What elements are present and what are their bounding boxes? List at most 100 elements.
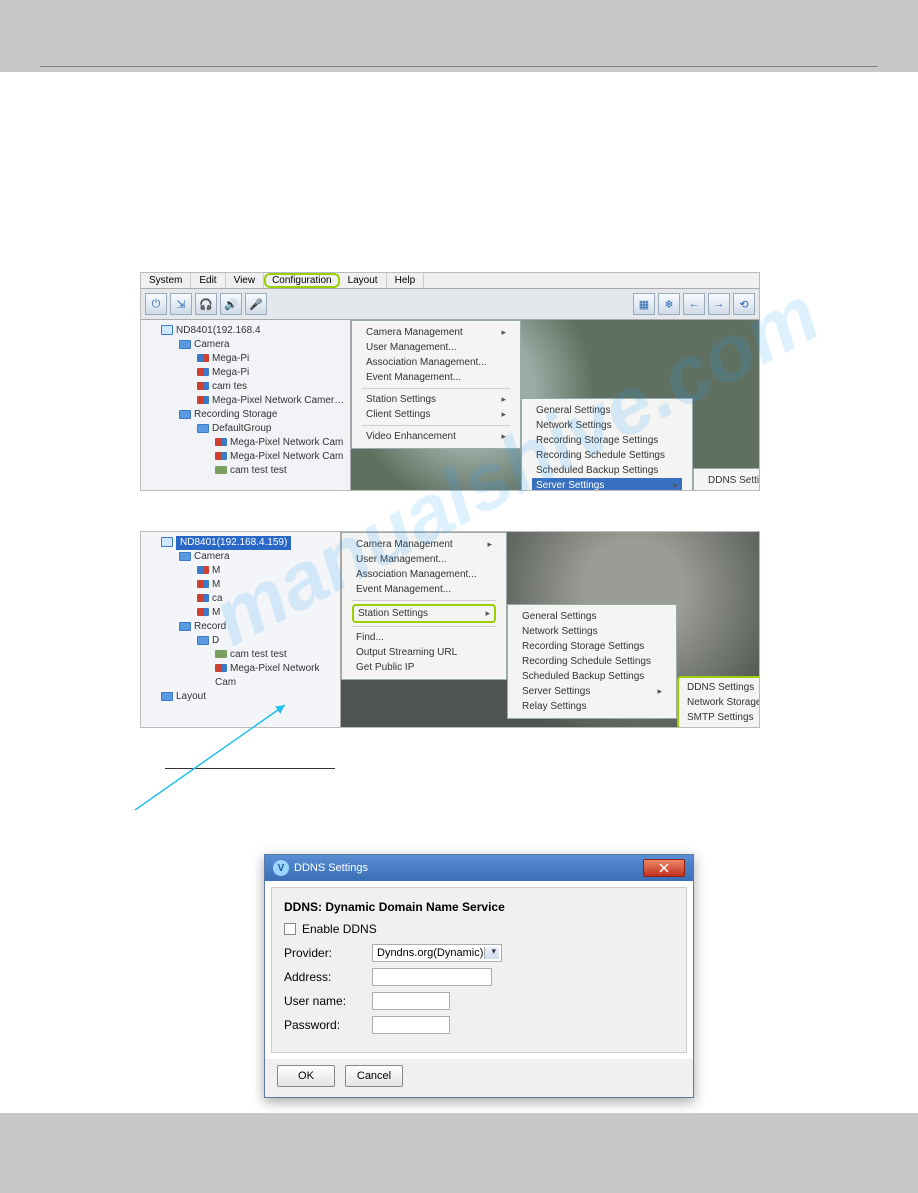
fold-icon (179, 410, 191, 419)
ok-button[interactable]: OK (277, 1065, 335, 1087)
menu-edit[interactable]: Edit (191, 273, 225, 288)
menu-item[interactable]: Recording Schedule Settings (518, 654, 666, 669)
tree-node[interactable]: M (145, 578, 336, 592)
menu-system[interactable]: System (141, 273, 191, 288)
menu-item[interactable]: Camera Management (352, 537, 496, 552)
forward-icon[interactable]: → (708, 293, 730, 315)
fold-icon (179, 622, 191, 631)
menu-item[interactable]: Network Settings (518, 624, 666, 639)
camg-icon (215, 650, 227, 658)
menu-item[interactable]: Relay Settings (518, 699, 666, 714)
menu-configuration[interactable]: Configuration (264, 273, 339, 288)
grid-icon[interactable]: ▦ (633, 293, 655, 315)
tree-node[interactable]: Mega-Pixel Network Cam (145, 450, 346, 464)
tree-node[interactable]: DefaultGroup (145, 422, 346, 436)
fold-icon (197, 636, 209, 645)
tree-node[interactable]: Mega-Pi (145, 366, 346, 380)
close-button[interactable] (643, 859, 685, 877)
menu-view[interactable]: View (226, 273, 265, 288)
address-input[interactable] (372, 968, 492, 986)
menu-help[interactable]: Help (387, 273, 425, 288)
tree-node[interactable]: M (145, 606, 336, 620)
tree-node[interactable]: Recording Storage (145, 408, 346, 422)
menu-item[interactable]: Recording Schedule Settings (532, 448, 682, 463)
cam-icon (197, 354, 209, 362)
menu-item[interactable]: Station Settings (362, 392, 510, 407)
toolbar: ⏻⇲🎧🔊🎤 ▦❄←→⟲ (141, 289, 759, 320)
menu-item[interactable]: General Settings (518, 609, 666, 624)
tree-root[interactable]: ND8401(192.168.4 (176, 325, 261, 336)
camr-icon (197, 594, 209, 602)
menu-item[interactable]: DDNS Settings (683, 680, 759, 695)
menu-item[interactable]: Server Settings (532, 478, 682, 490)
tree-node[interactable]: Mega-Pixel Network Camera(s) (145, 394, 346, 408)
menu-item[interactable]: General Settings (532, 403, 682, 418)
tree-node[interactable]: M (145, 564, 336, 578)
fold-icon (179, 552, 191, 561)
menu-item[interactable]: Network Storage Server Settings (704, 488, 759, 490)
callout-arrow-icon (115, 700, 305, 820)
menu-item[interactable]: Get Public IP (352, 660, 496, 675)
camr-icon (215, 438, 227, 446)
tree-node[interactable]: cam tes (145, 380, 346, 394)
menu-item[interactable]: Network Storage Server Settings (683, 695, 759, 710)
tree-root-selected[interactable]: ND8401(192.168.4.159) (176, 536, 291, 550)
menu-item[interactable]: Scheduled Backup Settings (532, 463, 682, 478)
tree-node[interactable]: Record (145, 620, 336, 634)
monitor-icon (161, 537, 173, 547)
rotate-icon[interactable]: ⟲ (733, 293, 755, 315)
tree-node[interactable]: Mega-Pixel Network Cam (145, 662, 336, 690)
tree-node[interactable]: Mega-Pixel Network Cam (145, 436, 346, 450)
tree-node[interactable]: cam test test (145, 464, 346, 478)
tree-node[interactable]: cam test test (145, 648, 336, 662)
menu-item[interactable]: Camera Management (362, 325, 510, 340)
power-icon[interactable]: ⏻ (145, 293, 167, 315)
fold-icon (179, 340, 191, 349)
password-input[interactable] (372, 1016, 450, 1034)
cancel-button[interactable]: Cancel (345, 1065, 403, 1087)
camr-icon (197, 608, 209, 616)
menu-layout[interactable]: Layout (340, 273, 387, 288)
username-input[interactable] (372, 992, 450, 1010)
page-footer-banner (0, 1113, 918, 1193)
tree-node[interactable]: Camera (145, 338, 346, 352)
menu-item[interactable]: Event Management... (362, 370, 510, 385)
tree-node[interactable]: ca (145, 592, 336, 606)
menu-item[interactable]: Recording Storage Settings (518, 639, 666, 654)
username-label: User name: (284, 994, 372, 1008)
menu-item[interactable]: Scheduled Backup Settings (518, 669, 666, 684)
provider-label: Provider: (284, 946, 372, 960)
menu-item[interactable]: Server Settings (518, 684, 666, 699)
menu-item[interactable]: User Management... (352, 552, 496, 567)
menu-item[interactable]: Client Settings (362, 407, 510, 422)
export-icon[interactable]: ⇲ (170, 293, 192, 315)
headphones-icon[interactable]: 🎧 (195, 293, 217, 315)
menu-item[interactable]: SMTP Settings (683, 710, 759, 725)
tree-node[interactable]: Camera (145, 550, 336, 564)
tree-node[interactable]: Mega-Pi (145, 352, 346, 366)
enable-ddns-checkbox[interactable] (284, 923, 296, 935)
mic-icon[interactable]: 🎤 (245, 293, 267, 315)
ddns-settings-dialog: V DDNS Settings DDNS: Dynamic Domain Nam… (264, 854, 694, 1098)
dialog-icon: V (273, 860, 289, 876)
camr-icon (197, 396, 209, 404)
video-preview: Camera ManagementUser Management...Assoc… (341, 532, 759, 727)
menu-item[interactable]: Video Enhancement (362, 429, 510, 444)
menu-item[interactable]: Association Management... (352, 567, 496, 582)
provider-select[interactable]: Dyndns.org(Dynamic) (372, 944, 502, 962)
speaker-icon[interactable]: 🔊 (220, 293, 242, 315)
menu-item[interactable]: Output Streaming URL (352, 645, 496, 660)
menu-item[interactable]: Find... (352, 630, 496, 645)
menu-item[interactable]: User Management... (362, 340, 510, 355)
menu-item[interactable]: Recording Storage Settings (532, 433, 682, 448)
station-settings-submenu: General SettingsNetwork SettingsRecordin… (507, 604, 677, 719)
menu-item[interactable]: DDNS Settings (704, 473, 759, 488)
menu-item[interactable]: Network Settings (532, 418, 682, 433)
menu-item[interactable]: Event Management... (352, 582, 496, 597)
snowflake-icon[interactable]: ❄ (658, 293, 680, 315)
back-icon[interactable]: ← (683, 293, 705, 315)
video-preview: Camera ManagementUser Management...Assoc… (351, 320, 759, 490)
menu-item[interactable]: Association Management... (362, 355, 510, 370)
menu-item[interactable]: Station Settings (352, 604, 496, 623)
tree-node[interactable]: D (145, 634, 336, 648)
